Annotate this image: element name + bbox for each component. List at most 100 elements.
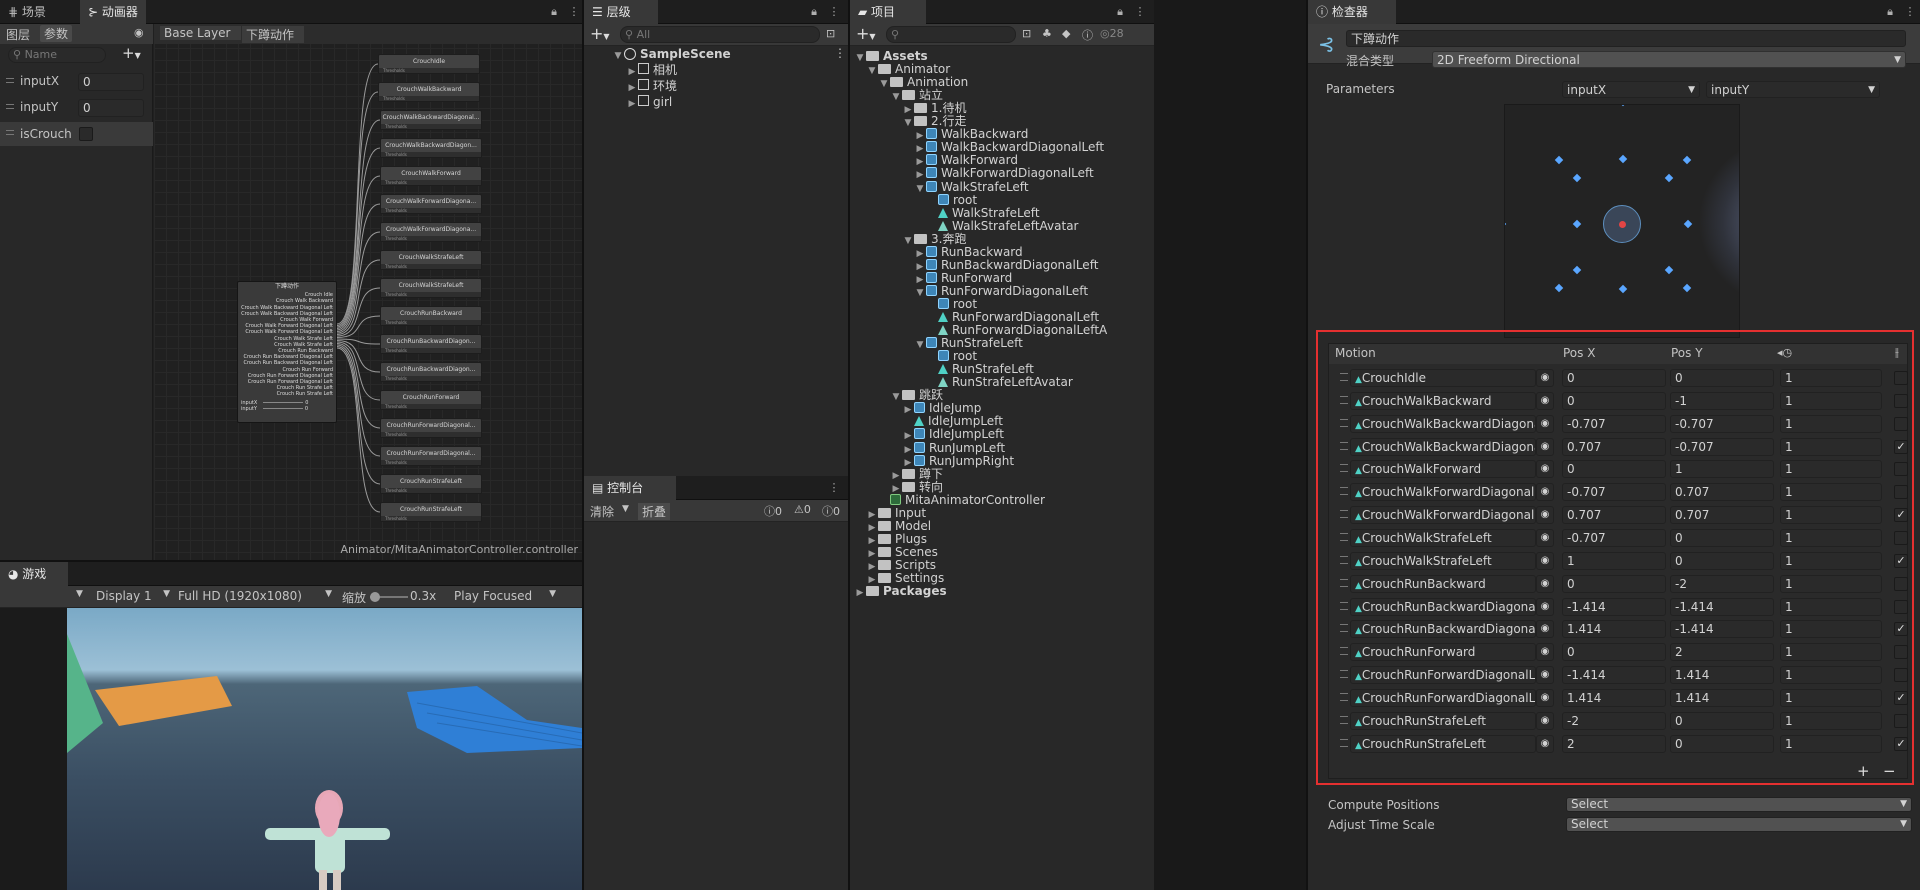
pos-y-field[interactable]: 0.707 [1670,483,1774,502]
clear-button[interactable]: 清除 [590,503,614,520]
remove-motion-button[interactable]: − [1883,762,1896,780]
drag-handle[interactable] [1340,692,1348,701]
motion-node[interactable]: CrouchRunBackwardDiagon... Thresholds [380,334,482,354]
speed-field[interactable]: 1 [1780,391,1882,410]
param-x-select[interactable]: inputX ▼ [1562,81,1700,98]
motion-node[interactable]: CrouchRunStrafeLeft Thresholds [380,502,482,522]
object-picker-icon[interactable]: ◉ [1536,620,1554,639]
drag-handle[interactable] [1340,578,1348,587]
pos-y-field[interactable]: -1.414 [1670,620,1774,639]
project-search[interactable]: ⚲ [886,26,1016,43]
speed-field[interactable]: 1 [1780,483,1882,502]
clear-dropdown[interactable]: ▼ [622,504,629,514]
motion-node[interactable]: CrouchRunForwardDiagonal... Thresholds [380,446,482,466]
pos-x-field[interactable]: 0 [1562,369,1666,387]
pos-y-field[interactable]: 0 [1670,734,1774,753]
pos-x-field[interactable]: 1.414 [1562,620,1666,639]
add-motion-button[interactable]: + [1857,762,1870,780]
tab-parameters[interactable]: 参数 [40,25,73,42]
motion-field[interactable]: ▲CrouchWalkStrafeLeft [1350,551,1536,570]
motion-field[interactable]: ▲CrouchWalkForwardDiagonalLe [1350,483,1536,502]
drag-handle[interactable] [1340,738,1348,747]
error-count[interactable]: ⓘ0 [822,503,840,519]
filter-icon[interactable]: ♣ [1042,27,1052,40]
drag-handle[interactable] [1340,647,1348,656]
mirror-checkbox[interactable] [1894,530,1908,545]
pos-x-field[interactable]: 0 [1562,643,1666,662]
speed-field[interactable]: 1 [1780,369,1882,387]
motion-field[interactable]: ▲CrouchRunForwardDiagonalLe [1350,666,1536,685]
expand-arrow[interactable]: ▼ [914,181,926,197]
object-picker-icon[interactable]: ◉ [1536,666,1554,685]
motion-field[interactable]: ▲CrouchRunStrafeLeft [1350,711,1536,730]
motion-node[interactable]: CrouchWalkBackwardDiagonal... Thresholds [380,110,482,130]
mirror-checkbox[interactable]: ✓ [1894,622,1908,637]
motion-node[interactable]: CrouchWalkForwardDiagona... Thresholds [380,194,482,214]
object-picker-icon[interactable]: ◉ [1536,688,1554,707]
pos-x-field[interactable]: -0.707 [1562,528,1666,547]
motion-field[interactable]: ▲CrouchRunStrafeLeft [1350,734,1536,753]
mirror-checkbox[interactable]: ✓ [1894,553,1908,568]
speed-field[interactable]: 1 [1780,711,1882,730]
pos-x-field[interactable]: 0 [1562,460,1666,479]
pos-y-field[interactable]: 0 [1670,711,1774,730]
object-picker-icon[interactable]: ◉ [1536,369,1554,387]
project-item[interactable]: RunStrafeLeftAvatar [926,374,1073,390]
motion-node[interactable]: CrouchRunBackwardDiagon... Thresholds [380,362,482,382]
pos-x-field[interactable]: 0 [1562,574,1666,593]
pos-y-field[interactable]: 0 [1670,528,1774,547]
motion-field[interactable]: ▲CrouchWalkStrafeLeft [1350,528,1536,547]
expand-arrow[interactable]: ▼ [902,115,914,131]
object-picker-icon[interactable]: ◉ [1536,551,1554,570]
drag-handle[interactable] [6,104,14,109]
motion-node[interactable]: CrouchWalkStrafeLeft Thresholds [380,278,482,298]
scale-slider[interactable] [370,592,408,602]
speed-field[interactable]: 1 [1780,528,1882,547]
tab-console[interactable]: ▤ 控制台 [584,476,676,500]
search-by-type-icon[interactable]: ⊡ [1022,27,1031,40]
pos-x-field[interactable]: 0.707 [1562,437,1666,456]
tab-scene[interactable]: ⋕ 场景 [0,0,54,24]
pos-y-field[interactable]: 1.414 [1670,666,1774,685]
speed-field[interactable]: 1 [1780,414,1882,433]
expand-arrow[interactable]: ▼ [890,89,902,105]
object-picker-icon[interactable]: ◉ [1536,506,1554,525]
param-value[interactable]: 0 [78,99,144,117]
expand-arrow[interactable]: ▼ [902,233,914,249]
mirror-checkbox[interactable] [1894,713,1908,728]
drag-handle[interactable] [1340,555,1348,564]
drag-handle[interactable] [1340,624,1348,633]
motion-node[interactable]: CrouchRunForwardDiagonal... Thresholds [380,418,482,438]
expand-arrow[interactable]: ▼ [854,50,866,66]
drag-handle[interactable] [1340,510,1348,519]
motion-field[interactable]: ▲CrouchWalkBackward [1350,391,1536,410]
pos-y-field[interactable]: -2 [1670,574,1774,593]
speed-field[interactable]: 1 [1780,460,1882,479]
expand-arrow[interactable]: ▶ [854,585,866,601]
motion-field[interactable]: ▲CrouchRunBackwardDiagonalL [1350,620,1536,639]
more-icon[interactable]: ⋮ [566,4,582,20]
speed-field[interactable]: 1 [1780,437,1882,456]
info-icon[interactable]: ⓘ [1082,27,1093,43]
drag-handle[interactable] [1340,441,1348,450]
drag-handle[interactable] [1340,487,1348,496]
expand-arrow[interactable]: ▼ [612,48,624,64]
object-picker-icon[interactable]: ◉ [1536,711,1554,730]
motion-node[interactable]: CrouchWalkBackward Thresholds [378,82,480,102]
dropdown-arrow[interactable]: ▼ [76,589,83,599]
drag-handle[interactable] [1340,670,1348,679]
motion-field[interactable]: ▲CrouchWalkBackwardDiagonal [1350,414,1536,433]
mirror-checkbox[interactable] [1894,576,1908,591]
expand-arrow[interactable]: ▶ [626,96,638,112]
project-item[interactable]: ▶ Packages [854,583,947,599]
add-button[interactable]: +▼ [856,24,876,43]
resolution-select[interactable]: Full HD (1920x1080) ▼ [178,589,334,603]
drag-handle[interactable] [1340,464,1348,473]
expand-arrow[interactable]: ▼ [878,76,890,92]
more-icon[interactable]: ⋮ [826,4,842,20]
mirror-checkbox[interactable] [1894,485,1908,500]
hierarchy-item[interactable]: ▶ girl [626,94,672,110]
pos-x-field[interactable]: -1.414 [1562,597,1666,616]
display-select[interactable]: Display 1 ▼ [96,589,172,603]
speed-field[interactable]: 1 [1780,506,1882,525]
